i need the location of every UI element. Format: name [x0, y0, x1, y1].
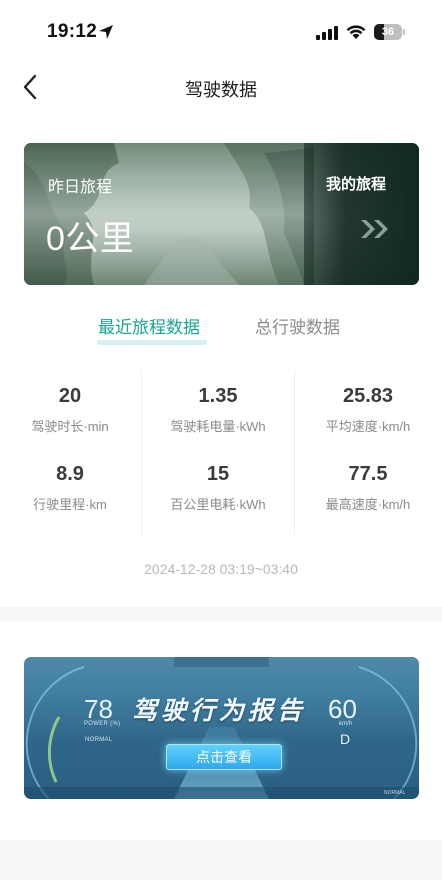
- double-chevron-right-icon[interactable]: [358, 217, 394, 241]
- stat-average-speed: 25.83 平均速度·km/h: [298, 382, 438, 435]
- stat-mileage: 8.9 行驶里程·km: [0, 460, 140, 513]
- view-report-button[interactable]: 点击查看: [166, 744, 282, 770]
- tab-total-driving-data[interactable]: 总行驶数据: [255, 313, 340, 338]
- stat-max-speed: 77.5 最高速度·km/h: [298, 460, 438, 513]
- trip-time-range: 2024-12-28 03:19~03:40: [144, 561, 298, 577]
- my-trip-label[interactable]: 我的旅程: [326, 173, 386, 194]
- yesterday-trip-value: 0公里: [46, 220, 135, 258]
- bottom-mode-label: NORMAL: [384, 790, 406, 796]
- yesterday-trip-label: 昨日旅程: [48, 179, 113, 196]
- driving-report-card[interactable]: 78 POWER (%) NORMAL 驾驶行为报告 60 km/h D 点击查…: [24, 657, 419, 799]
- battery-icon: 36: [374, 24, 405, 40]
- stat-value: 1.35: [198, 385, 238, 407]
- battery-level: 36: [381, 26, 395, 38]
- tab-recent-trip-data[interactable]: 最近旅程数据: [98, 313, 200, 338]
- location-arrow-icon: [99, 25, 113, 39]
- stat-label: 驾驶时长·min: [31, 419, 109, 434]
- section-divider: [0, 840, 442, 880]
- wifi-icon: [346, 25, 366, 39]
- stat-energy-consumption: 1.35 驾驶耗电量·kWh: [148, 382, 288, 435]
- power-gauge-caption: POWER (%): [84, 721, 121, 727]
- my-trip-panel: [304, 143, 419, 285]
- signal-icon: [316, 26, 338, 40]
- stats-divider: [294, 370, 295, 535]
- stat-value: 8.9: [56, 463, 84, 485]
- stat-label: 行驶里程·km: [33, 497, 107, 512]
- drive-mode-label: NORMAL: [85, 737, 113, 743]
- stat-label: 最高速度·km/h: [325, 497, 411, 512]
- stat-energy-per-100km: 15 百公里电耗·kWh: [148, 460, 288, 513]
- active-tab-underline: [97, 340, 207, 345]
- trip-banner[interactable]: 昨日旅程 0公里 我的旅程: [24, 143, 419, 285]
- stat-label: 百公里电耗·kWh: [170, 497, 266, 512]
- stat-value: 20: [58, 385, 82, 407]
- status-time: 19:12: [47, 21, 98, 42]
- section-divider: [0, 607, 442, 621]
- stat-label: 驾驶耗电量·kWh: [170, 419, 266, 434]
- stats-divider: [141, 370, 142, 535]
- report-title: 驾驶行为报告: [132, 697, 307, 725]
- stat-value: 25.83: [342, 385, 394, 407]
- gear-indicator: D: [340, 731, 351, 747]
- stat-value: 77.5: [348, 463, 388, 485]
- speed-gauge-unit: km/h: [339, 721, 353, 727]
- status-bar: 19:12 36: [0, 0, 442, 62]
- stat-value: 15: [206, 463, 230, 485]
- stat-label: 平均速度·km/h: [325, 419, 411, 434]
- dashboard-decoration-image: [24, 657, 419, 799]
- page-title: 驾驶数据: [185, 80, 257, 100]
- stat-driving-duration: 20 驾驶时长·min: [0, 382, 140, 435]
